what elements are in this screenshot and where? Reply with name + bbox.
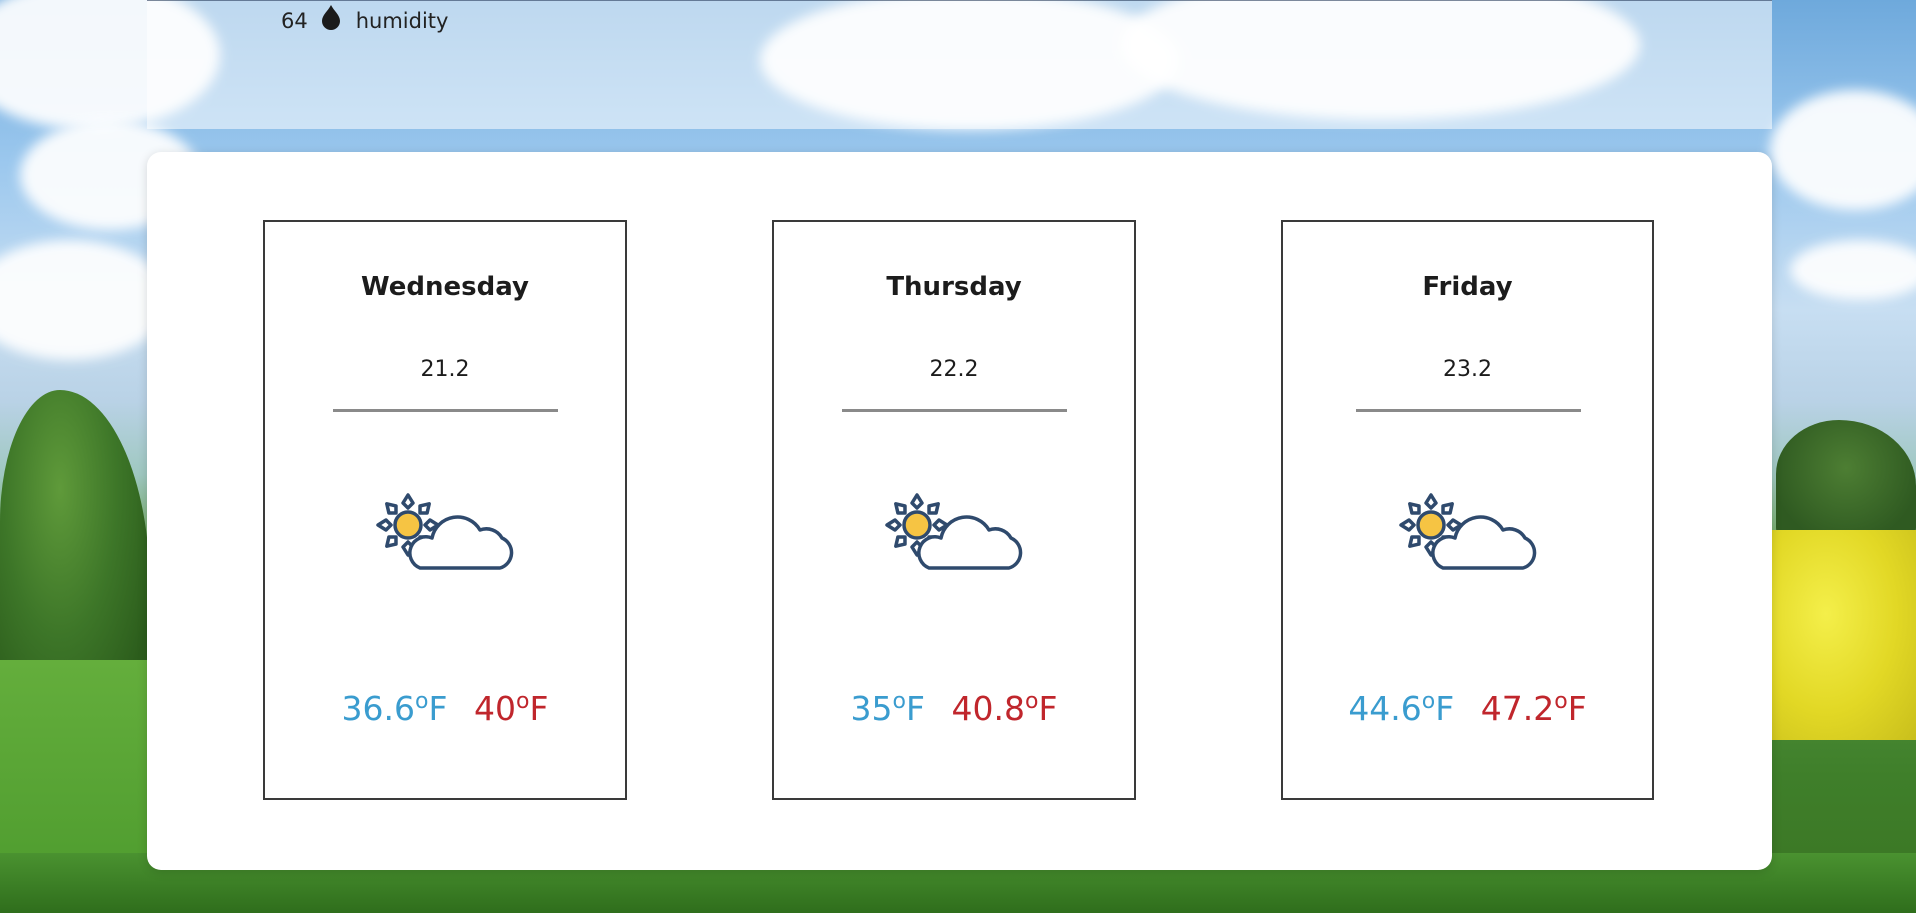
high-temperature-value: 40 xyxy=(473,689,516,728)
humidity-value: 64 xyxy=(281,9,308,33)
temperature-range: 35oF 40.8oF xyxy=(774,689,1134,728)
cloud xyxy=(0,240,170,360)
high-temperature-value: 47.2 xyxy=(1480,689,1555,728)
divider xyxy=(842,409,1067,412)
degree-symbol: o xyxy=(1554,689,1568,714)
cloud xyxy=(1770,90,1916,210)
humidity-label: humidity xyxy=(355,9,449,33)
high-temperature: 40oF xyxy=(474,689,548,728)
droplet-icon xyxy=(320,4,342,30)
low-temperature: 44.6oF xyxy=(1348,689,1454,728)
low-temperature-value: 35 xyxy=(850,689,893,728)
low-temperature-value: 44.6 xyxy=(1348,689,1422,728)
divider xyxy=(333,409,558,412)
high-temperature: 47.2oF xyxy=(1481,689,1587,728)
partly-cloudy-icon xyxy=(370,482,520,582)
trees-right xyxy=(1776,420,1916,540)
forecast-day-card-thursday: Thursday 22.2 35oF 40.8oF xyxy=(772,220,1136,800)
high-temperature-value: 40.8 xyxy=(951,689,1025,728)
rapeseed-field xyxy=(1766,530,1916,740)
partly-cloudy-icon xyxy=(879,482,1029,582)
humidity-row: 64 humidity xyxy=(281,5,449,34)
temperature-unit: F xyxy=(1038,689,1058,728)
low-temperature: 36.6oF xyxy=(342,689,448,728)
degree-symbol: o xyxy=(1024,689,1039,714)
low-temperature-value: 36.6 xyxy=(341,689,416,728)
high-temperature: 40.8oF xyxy=(952,689,1058,728)
degree-symbol: o xyxy=(515,689,530,714)
partly-cloudy-icon xyxy=(1393,482,1543,582)
temperature-range: 44.6oF 47.2oF xyxy=(1283,689,1652,728)
day-name: Wednesday xyxy=(361,272,529,302)
divider xyxy=(1355,409,1581,412)
degree-symbol: o xyxy=(892,689,907,714)
day-value: 23.2 xyxy=(1443,357,1492,382)
forecast-day-card-wednesday: Wednesday 21.2 36.6oF 40oF xyxy=(263,220,627,800)
temperature-range: 36.6oF 40oF xyxy=(265,689,625,728)
temperature-unit: F xyxy=(428,689,448,728)
temperature-unit: F xyxy=(1435,689,1455,728)
day-name: Thursday xyxy=(886,272,1022,302)
degree-symbol: o xyxy=(415,689,429,714)
cloud xyxy=(1790,240,1916,300)
temperature-unit: F xyxy=(529,689,549,728)
forecast-day-card-friday: Friday 23.2 44.6oF 47.2oF xyxy=(1281,220,1654,800)
temperature-unit: F xyxy=(1567,689,1587,728)
day-value: 22.2 xyxy=(929,357,979,382)
low-temperature: 35oF xyxy=(851,689,925,728)
temperature-unit: F xyxy=(906,689,925,728)
degree-symbol: o xyxy=(1421,689,1436,714)
day-name: Friday xyxy=(1422,272,1513,302)
day-value: 21.2 xyxy=(420,357,470,382)
